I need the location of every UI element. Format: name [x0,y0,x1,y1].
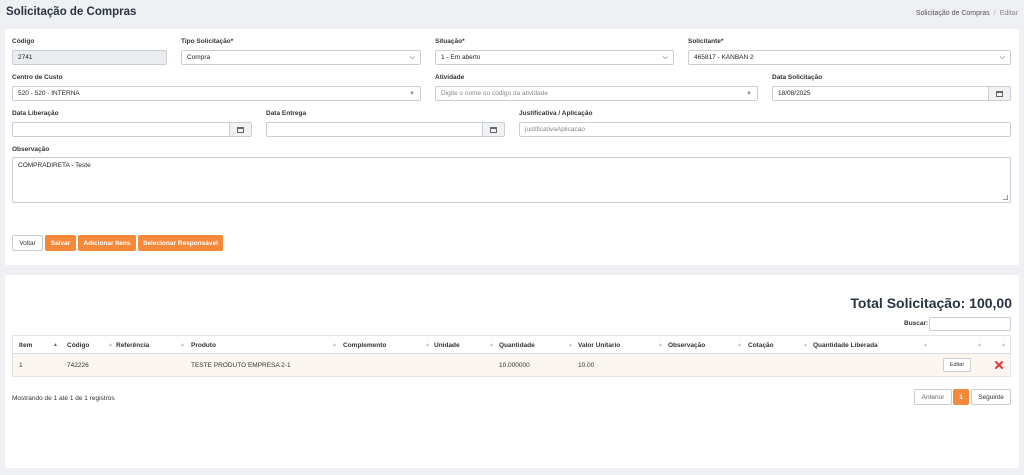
situacao-value: 1 - Em aberto [441,54,481,61]
resize-handle[interactable] [1003,195,1008,200]
atividade-select[interactable]: Digite o nome ou código da atividade ▼ [435,86,758,101]
sort-icon: ▲ [1001,342,1006,348]
page-title: Solicitação de Compras [6,6,137,18]
justificativa-label: Justificativa / Aplicação [519,110,593,117]
data-solicitacao-label: Data Solicitação [772,74,823,81]
edit-button[interactable]: Editar [943,358,971,372]
centro-custo-value: 520 - 520 - INTERNA [18,90,80,97]
observacao-textarea[interactable]: COMPRADIRETA - Teste [12,157,1011,203]
column-header-observacao[interactable]: Observação [668,336,705,354]
caret-down-icon: ▼ [409,90,415,97]
table-row: 1 742226 TESTE PRODUTO EMPRESA 2-1 10.00… [13,354,1010,376]
situacao-label: Situação* [435,38,465,45]
column-header-codigo[interactable]: Código [67,336,89,354]
tipo-select[interactable]: Compra ⌵ [181,50,421,65]
voltar-button[interactable]: Voltar [12,235,43,251]
column-header-cotacao[interactable]: Cotação [748,336,774,354]
sort-icon: ▲ [737,342,742,348]
data-solicitacao-value: 18/08/2025 [778,90,811,97]
sort-asc-icon: ▲ [53,342,58,348]
data-liberacao-label: Data Liberação [12,110,59,117]
column-header-quantidade[interactable]: Quantidade [499,336,535,354]
breadcrumb: Solicitação de Compras / Editar [916,10,1018,17]
observacao-value: COMPRADIRETA - Teste [18,162,91,169]
sort-icon: ▲ [923,342,928,348]
delete-icon[interactable] [993,359,1005,371]
chevron-down-icon: ⌵ [662,53,668,61]
chevron-down-icon: ⌵ [409,53,415,61]
sort-icon: ▲ [425,342,430,348]
tipo-label: Tipo Solicitação* [181,38,234,45]
codigo-field: 2741 [12,50,167,65]
data-entrega-input[interactable] [266,122,505,137]
column-header-valor-unitario[interactable]: Valor Unitario [578,336,620,354]
sort-icon: ▲ [332,342,337,348]
sort-icon: ▲ [658,342,663,348]
selecionar-responsavel-button[interactable]: Selecionar Responsável [138,235,223,251]
salvar-button[interactable]: Salvar [45,235,76,251]
caret-down-icon: ▼ [746,90,752,97]
column-header-produto[interactable]: Produto [191,336,216,354]
codigo-value: 2741 [18,54,33,61]
pagination-page-1[interactable]: 1 [953,389,969,405]
table-header: Item ▲ Código ▲ Referência ▲ Produto ▲ C… [13,336,1010,354]
breadcrumb-separator: / [993,10,996,17]
observacao-label: Observação [12,146,50,153]
data-entrega-label: Data Entrega [266,110,307,117]
centro-custo-select[interactable]: 520 - 520 - INTERNA ▼ [12,86,421,101]
cell-produto: TESTE PRODUTO EMPRESA 2-1 [191,361,291,369]
atividade-label: Atividade [435,74,465,81]
column-header-referencia[interactable]: Referência [116,336,149,354]
atividade-placeholder: Digite o nome ou código da atividade [441,90,548,97]
breadcrumb-current: Editar [999,10,1018,17]
column-header-item[interactable]: Item [19,336,32,354]
data-solicitacao-input[interactable]: 18/08/2025 [772,86,1011,101]
sort-icon: ▲ [180,342,185,348]
sort-icon: ▲ [803,342,808,348]
column-header-complemento[interactable]: Complemento [343,336,386,354]
sort-icon: ▲ [108,342,113,348]
solicitante-label: Solicitante* [688,38,724,45]
breadcrumb-link[interactable]: Solicitação de Compras [916,10,990,17]
items-table: Item ▲ Código ▲ Referência ▲ Produto ▲ C… [12,335,1011,377]
cell-valor-unitario: 10.00 [578,361,595,369]
justificativa-placeholder: justificativaAplicacao [525,126,585,133]
calendar-icon[interactable] [229,123,251,136]
data-liberacao-input[interactable] [12,122,252,137]
table-info: Mostrando de 1 até 1 de 1 registros [12,395,115,402]
solicitante-value: 465817 - KANBAN 2 [694,54,754,61]
calendar-icon[interactable] [482,123,504,136]
sort-icon: ▲ [489,342,494,348]
column-header-quantidade-liberada[interactable]: Quantidade Liberada [813,336,878,354]
codigo-label: Código [12,38,35,45]
sort-icon: ▲ [977,342,982,348]
cell-quantidade: 10.000000 [499,361,530,369]
cell-item: 1 [19,361,23,369]
calendar-icon[interactable] [988,87,1010,100]
pagination-prev[interactable]: Anterior [914,389,952,405]
chevron-down-icon: ⌵ [999,53,1005,61]
centro-custo-label: Centro de Custo [12,74,63,81]
justificativa-input[interactable]: justificativaAplicacao [519,122,1011,137]
total-solicitacao: Total Solicitação: 100,00 [850,295,1012,311]
search-input[interactable] [929,317,1011,331]
tipo-value: Compra [187,54,211,61]
cell-codigo: 742226 [67,361,89,369]
pagination-next[interactable]: Seguinte [971,389,1011,405]
column-header-unidade[interactable]: Unidade [434,336,460,354]
adicionar-itens-button[interactable]: Adicionar Itens [78,235,136,251]
search-label: Buscar: [904,320,929,327]
solicitante-select[interactable]: 465817 - KANBAN 2 ⌵ [688,50,1011,65]
sort-icon: ▲ [568,342,573,348]
situacao-select[interactable]: 1 - Em aberto ⌵ [435,50,674,65]
